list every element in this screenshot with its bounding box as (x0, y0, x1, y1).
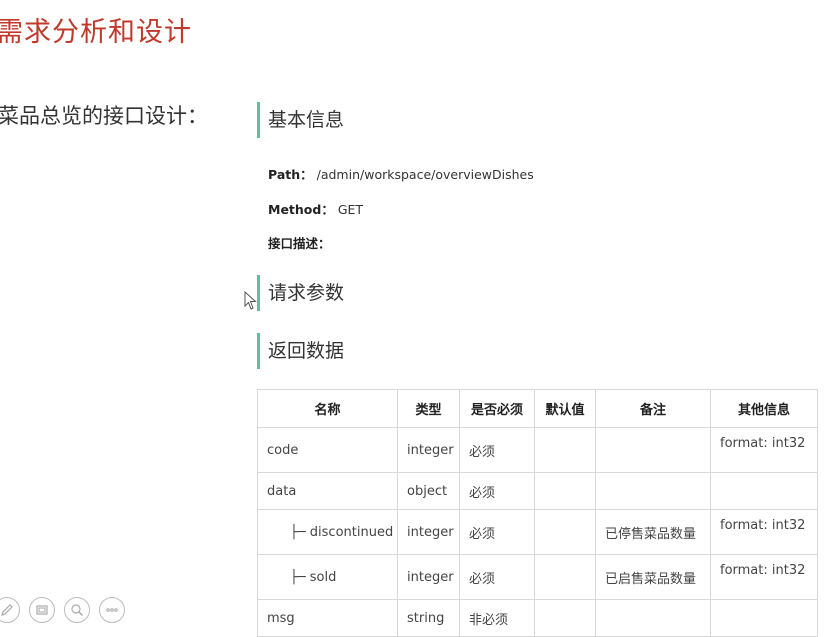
cell-type: object (397, 472, 460, 510)
cell-other (710, 472, 818, 510)
method-field: Method： GET (268, 199, 363, 218)
cell-default (534, 427, 596, 473)
table-row: ├─ sold integer 必须 已启售菜品数量 format: int32 (257, 554, 818, 600)
cell-type: string (397, 599, 460, 637)
slide-toolbar (0, 597, 125, 623)
cell-remark: 已启售菜品数量 (595, 554, 711, 600)
section-basic-info: 基本信息 (257, 102, 344, 138)
cell-type: integer (397, 509, 460, 555)
cell-other: format: int32 (710, 427, 818, 473)
description-field: 接口描述： (268, 233, 331, 252)
table-row: msg string 非必须 (257, 599, 818, 637)
cell-default (534, 599, 596, 637)
cell-default (534, 554, 596, 600)
cell-default (534, 472, 596, 510)
cell-name: ├─ discontinued (257, 509, 398, 555)
description-label: 接口描述： (268, 236, 331, 251)
more-icon[interactable] (99, 597, 125, 623)
header-remark: 备注 (595, 389, 711, 428)
mouse-cursor-icon (244, 291, 257, 310)
cell-remark (595, 472, 711, 510)
cell-required: 非必须 (459, 599, 535, 637)
zoom-icon[interactable] (64, 597, 90, 623)
cell-name: code (257, 427, 398, 473)
cell-other: format: int32 (710, 509, 818, 555)
cell-remark (595, 427, 711, 473)
page-title: 需求分析和设计 (0, 17, 192, 48)
cell-type: integer (397, 554, 460, 600)
table-row: data object 必须 (257, 472, 818, 510)
slides-icon[interactable] (29, 597, 55, 623)
table-row: ├─ discontinued integer 必须 已停售菜品数量 forma… (257, 509, 818, 555)
table-header-row: 名称 类型 是否必须 默认值 备注 其他信息 (257, 389, 818, 428)
pen-icon[interactable] (0, 597, 20, 623)
header-required: 是否必须 (459, 389, 535, 428)
cell-required: 必须 (459, 427, 535, 473)
cell-required: 必须 (459, 554, 535, 600)
header-other: 其他信息 (710, 389, 818, 428)
path-value: /admin/workspace/overviewDishes (316, 167, 534, 182)
cell-other: format: int32 (710, 554, 818, 600)
cell-remark: 已停售菜品数量 (595, 509, 711, 555)
header-type: 类型 (397, 389, 460, 428)
response-table: 名称 类型 是否必须 默认值 备注 其他信息 code integer 必须 f… (257, 389, 818, 637)
cell-other (710, 599, 818, 637)
section-response-data: 返回数据 (257, 333, 344, 369)
cell-default (534, 509, 596, 555)
header-name: 名称 (257, 389, 398, 428)
section-request-params: 请求参数 (257, 275, 344, 311)
cell-required: 必须 (459, 472, 535, 510)
cell-required: 必须 (459, 509, 535, 555)
cell-name: msg (257, 599, 398, 637)
path-field: Path： /admin/workspace/overviewDishes (268, 164, 534, 183)
table-row: code integer 必须 format: int32 (257, 427, 818, 473)
cell-remark (595, 599, 711, 637)
cell-name: ├─ sold (257, 554, 398, 600)
cell-type: integer (397, 427, 460, 473)
method-label: Method： (268, 202, 334, 217)
header-default: 默认值 (534, 389, 596, 428)
path-label: Path： (268, 167, 313, 182)
page-subtitle: 菜品总览的接口设计： (0, 104, 208, 128)
method-value: GET (337, 202, 364, 217)
cell-name: data (257, 472, 398, 510)
